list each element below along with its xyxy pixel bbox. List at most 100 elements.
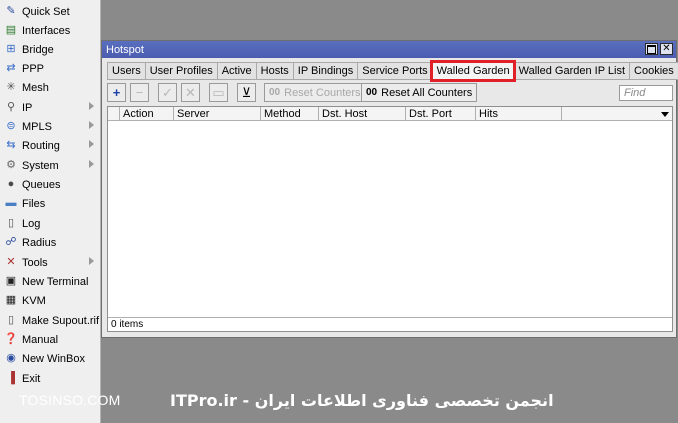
window-title: Hotspot xyxy=(106,43,144,56)
sidebar-menu: ✎ Quick Set ▤ Interfaces ⊞ Bridge ⇄ PPP … xyxy=(0,0,101,423)
find-input[interactable]: Find xyxy=(619,85,673,101)
sidebar-item-label: Queues xyxy=(22,178,61,191)
watermark-left: TOSINSO.COM xyxy=(19,392,121,408)
sidebar-item-ppp[interactable]: ⇄ PPP xyxy=(0,59,100,78)
column-header-hits[interactable]: Hits xyxy=(476,107,562,121)
window-titlebar[interactable]: Hotspot ✕ xyxy=(102,41,676,58)
column-header-server[interactable]: Server xyxy=(174,107,261,121)
sidebar-item-new-terminal[interactable]: ▣ New Terminal xyxy=(0,272,100,291)
x-icon: ✕ xyxy=(185,85,196,100)
filter-button[interactable]: ⊻ xyxy=(237,83,256,102)
terminal-icon: ▣ xyxy=(5,275,17,287)
reset-counters-button[interactable]: 00 Reset Counters xyxy=(264,83,366,102)
sidebar-item-queues[interactable]: ● Queues xyxy=(0,175,100,194)
sidebar-item-label: Interfaces xyxy=(22,24,71,37)
sidebar-item-label: Manual xyxy=(22,333,59,346)
sidebar-item-bridge[interactable]: ⊞ Bridge xyxy=(0,40,100,59)
close-button[interactable]: ✕ xyxy=(660,43,673,55)
queues-icon: ● xyxy=(7,178,15,190)
sidebar-item-label: KVM xyxy=(22,294,46,307)
submenu-arrow-icon xyxy=(89,140,94,148)
remove-button[interactable]: − xyxy=(130,83,149,102)
add-button[interactable]: + xyxy=(107,83,126,102)
routing-icon: ⇆ xyxy=(6,139,16,151)
tab-hosts[interactable]: Hosts xyxy=(255,62,293,80)
submenu-arrow-icon xyxy=(89,102,94,110)
submenu-arrow-icon xyxy=(89,121,94,129)
sidebar-item-tools[interactable]: ✕ Tools xyxy=(0,253,100,272)
interfaces-icon: ▤ xyxy=(5,24,17,36)
sidebar-item-label: Bridge xyxy=(22,43,54,56)
tab-cookies[interactable]: Cookies xyxy=(629,62,678,80)
sidebar-item-label: New Terminal xyxy=(22,275,89,288)
tab-ip-bindings[interactable]: IP Bindings xyxy=(292,62,358,80)
sidebar-item-files[interactable]: ▬ Files xyxy=(0,194,100,213)
sidebar-item-label: MPLS xyxy=(22,120,52,133)
hotspot-window: Hotspot ✕ Users User Profiles Active Hos… xyxy=(101,40,678,338)
sidebar-item-label: Mesh xyxy=(22,81,49,94)
counter-icon: 00 xyxy=(269,87,281,98)
system-icon: ⚙ xyxy=(6,159,16,171)
tab-users[interactable]: Users xyxy=(107,62,145,80)
minus-icon: − xyxy=(135,85,144,100)
walled-garden-table: Action Server Method Dst. Host Dst. Port… xyxy=(107,106,673,332)
ppp-icon: ⇄ xyxy=(6,62,16,74)
radius-icon: ☍ xyxy=(5,236,17,248)
files-icon: ▬ xyxy=(5,197,17,209)
table-header: Action Server Method Dst. Host Dst. Port… xyxy=(108,107,672,121)
toolbar: + − ✓ ✕ ▭ ⊻ 00 Reset Counters 00 Reset A… xyxy=(107,83,673,103)
sidebar-item-label: New WinBox xyxy=(22,352,85,365)
supout-icon: ▯ xyxy=(7,314,15,326)
mpls-icon: ⊜ xyxy=(6,120,16,132)
sidebar-item-label: Log xyxy=(22,217,41,230)
sidebar-item-exit[interactable]: ▐ Exit xyxy=(0,369,100,388)
maximize-button[interactable] xyxy=(645,43,658,55)
column-header-dst-port[interactable]: Dst. Port xyxy=(406,107,476,121)
sidebar-item-interfaces[interactable]: ▤ Interfaces xyxy=(0,21,100,40)
sidebar-item-routing[interactable]: ⇆ Routing xyxy=(0,136,100,155)
column-header-dst-host[interactable]: Dst. Host xyxy=(319,107,406,121)
comment-button[interactable]: ▭ xyxy=(209,83,228,102)
sidebar-item-make-supout[interactable]: ▯ Make Supout.rif xyxy=(0,311,100,330)
tab-walled-garden[interactable]: Walled Garden xyxy=(429,60,516,82)
sidebar-item-label: Files xyxy=(22,197,46,210)
column-header-flags[interactable] xyxy=(108,107,120,121)
sidebar-item-mesh[interactable]: ✳ Mesh xyxy=(0,78,100,97)
tab-user-profiles[interactable]: User Profiles xyxy=(144,62,217,80)
reset-all-counters-button[interactable]: 00 Reset All Counters xyxy=(361,83,478,102)
tab-active[interactable]: Active xyxy=(216,62,256,80)
log-icon: ▯ xyxy=(7,217,15,229)
sidebar-item-label: Tools xyxy=(22,256,48,269)
tab-walled-garden-ip-list[interactable]: Walled Garden IP List xyxy=(513,62,630,80)
enable-button[interactable]: ✓ xyxy=(158,83,177,102)
sidebar-item-manual[interactable]: ❓ Manual xyxy=(0,330,100,349)
submenu-arrow-icon xyxy=(89,257,94,265)
disable-button[interactable]: ✕ xyxy=(181,83,200,102)
sidebar-item-log[interactable]: ▯ Log xyxy=(0,214,100,233)
sidebar-item-new-winbox[interactable]: ◉ New WinBox xyxy=(0,349,100,368)
sidebar-item-quick-set[interactable]: ✎ Quick Set xyxy=(0,2,100,21)
tools-icon: ✕ xyxy=(6,256,16,268)
sidebar-item-system[interactable]: ⚙ System xyxy=(0,156,100,175)
column-header-action[interactable]: Action xyxy=(120,107,174,121)
sidebar-item-label: IP xyxy=(22,101,33,114)
sidebar-item-kvm[interactable]: ▦ KVM xyxy=(0,291,100,310)
counter-icon: 00 xyxy=(366,87,378,98)
column-header-method[interactable]: Method xyxy=(261,107,319,121)
sidebar-item-label: Quick Set xyxy=(22,5,70,18)
kvm-icon: ▦ xyxy=(5,294,17,306)
sidebar-item-label: Exit xyxy=(22,372,41,385)
winbox-icon: ◉ xyxy=(6,352,16,364)
tab-service-ports[interactable]: Service Ports xyxy=(357,62,432,80)
item-count-status: 0 items xyxy=(108,317,672,331)
sidebar-item-radius[interactable]: ☍ Radius xyxy=(0,233,100,252)
sidebar-item-mpls[interactable]: ⊜ MPLS xyxy=(0,117,100,136)
sidebar-item-ip[interactable]: ⚲ IP xyxy=(0,98,100,117)
column-chooser-dropdown[interactable] xyxy=(658,107,672,121)
find-placeholder: Find xyxy=(624,87,646,99)
watermark-right: ITPro.ir - انجمن تخصصی فناوری اطلاعات ای… xyxy=(170,391,554,410)
sidebar-item-label: System xyxy=(22,159,59,172)
bridge-icon: ⊞ xyxy=(6,43,16,55)
tab-bar: Users User Profiles Active Hosts IP Bind… xyxy=(107,60,678,82)
sidebar-item-label: Make Supout.rif xyxy=(22,314,100,327)
